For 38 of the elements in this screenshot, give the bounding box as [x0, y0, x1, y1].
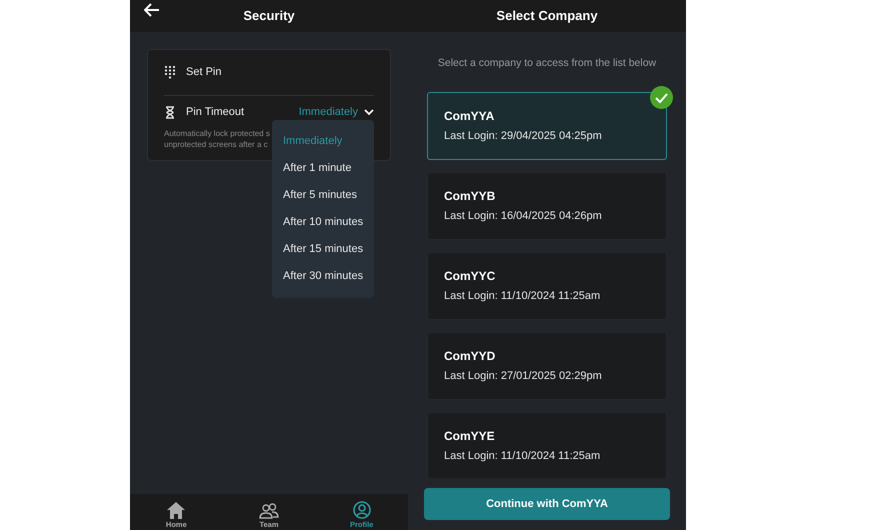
screen-title: Select Company [495, 7, 599, 26]
company-name: ComYYB [444, 188, 496, 205]
last-login: Last Login: 16/04/2025 04:26pm [444, 209, 603, 224]
instruction-text: Select a company to access from the list below [436, 56, 658, 71]
company-name: ComYYC [444, 268, 496, 285]
people-icon [259, 503, 279, 519]
dropdown-option[interactable]: After 1 minute [272, 155, 374, 182]
company-name: ComYYA [444, 108, 496, 125]
company-card[interactable]: ComYYA Last Login: 29/04/2025 04:25pm [427, 92, 667, 160]
last-login: Last Login: 11/10/2024 11:25am [444, 449, 602, 464]
company-card[interactable]: ComYYC Last Login: 11/10/2024 11:25am [427, 252, 667, 320]
dropdown-option[interactable]: After 5 minutes [272, 182, 374, 209]
last-login: Last Login: 29/04/2025 04:25pm [444, 129, 603, 144]
setting-description: Automatically lock protected s [164, 128, 270, 139]
back-icon[interactable] [144, 3, 160, 17]
company-card[interactable]: ComYYB Last Login: 16/04/2025 04:26pm [427, 172, 667, 240]
hourglass-icon [165, 106, 175, 118]
check-icon [650, 86, 673, 109]
setting-description: unprotected screens after a c [164, 139, 268, 150]
dropdown-option[interactable]: After 30 minutes [272, 263, 374, 290]
continue-button[interactable]: Continue with ComYYA [424, 488, 670, 520]
chevron-down-icon[interactable] [364, 108, 374, 116]
profile-icon [352, 501, 371, 519]
setting-label[interactable]: Pin Timeout [186, 104, 289, 120]
setting-label[interactable]: Set Pin [186, 64, 374, 81]
timeout-value[interactable]: Immediately [298, 104, 358, 120]
keypad-icon [165, 66, 175, 79]
last-login: Last Login: 11/10/2024 11:25am [444, 289, 602, 304]
last-login: Last Login: 27/01/2025 02:29pm [444, 369, 603, 384]
dropdown-option[interactable]: After 10 minutes [272, 209, 374, 236]
dropdown-option[interactable]: Immediately [272, 128, 374, 155]
company-name: ComYYD [444, 348, 496, 365]
home-icon [166, 501, 186, 519]
screen-title: Security [243, 7, 295, 26]
company-card[interactable]: ComYYD Last Login: 27/01/2025 02:29pm [427, 332, 667, 400]
company-name: ComYYE [444, 428, 496, 445]
dropdown-option[interactable]: After 15 minutes [272, 236, 374, 263]
company-card[interactable]: ComYYE Last Login: 11/10/2024 11:25am [427, 412, 667, 478]
